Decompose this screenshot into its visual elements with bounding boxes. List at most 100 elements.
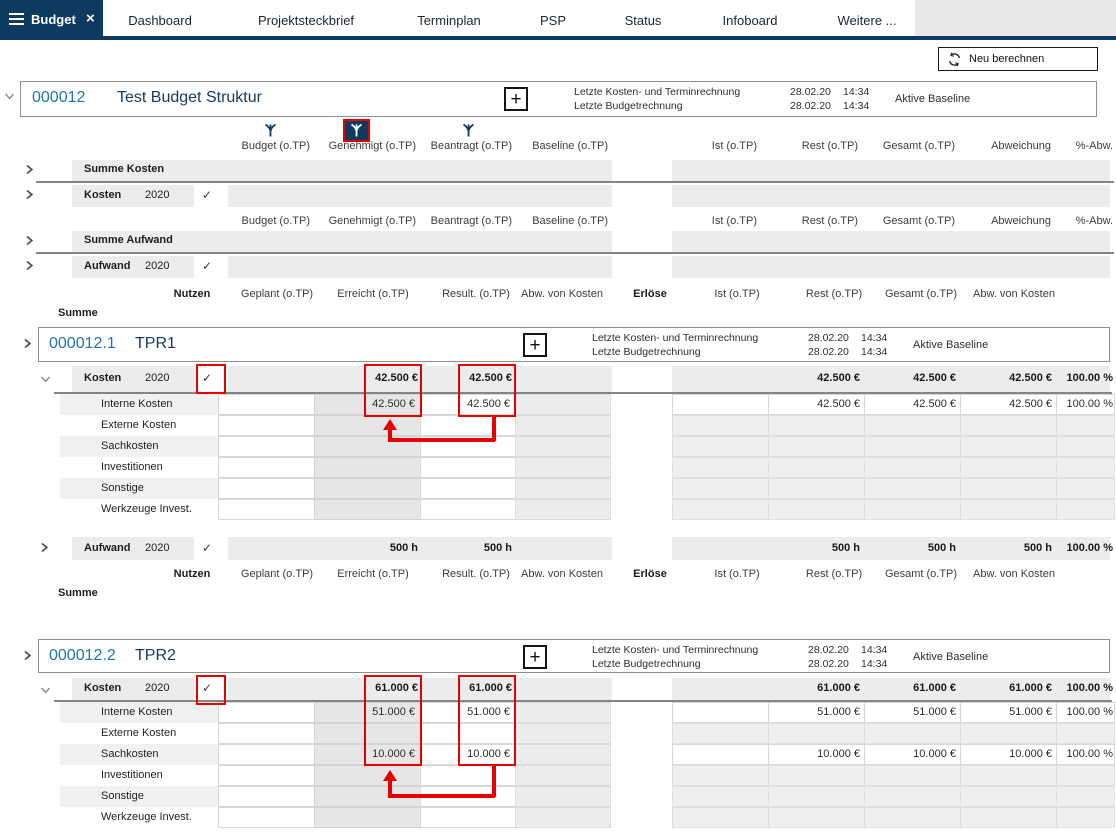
budget-cell[interactable] xyxy=(218,499,315,520)
ist-cell xyxy=(672,415,769,436)
beantragt-column-filter-icon[interactable] xyxy=(462,123,475,141)
add-budget-row-button[interactable]: + xyxy=(504,87,528,111)
tpr2-add-budget-row-button[interactable]: + xyxy=(523,645,547,669)
ist-cell xyxy=(672,499,769,520)
cost-cat-label: Investitionen xyxy=(101,461,163,473)
ist-header: Ist (o.TP) xyxy=(714,568,760,580)
col-header-pabw[interactable]: %-Abw. xyxy=(1013,140,1113,152)
beantragt-cell[interactable] xyxy=(420,457,516,478)
budget-column-filter-icon[interactable] xyxy=(264,123,277,141)
annotation-arrow-horizontal xyxy=(388,438,495,442)
col-header-rest[interactable]: Rest (o.TP) xyxy=(758,140,858,152)
col-header-pabw[interactable]: %-Abw. xyxy=(1013,215,1113,227)
tpr1-kosten-rest: 42.500 € xyxy=(817,372,860,384)
summe-aufwand-expand-chevron[interactable] xyxy=(25,235,34,249)
recalculate-button[interactable]: Neu berechnen xyxy=(938,47,1098,71)
tab-terminplan[interactable]: Terminplan xyxy=(417,13,481,28)
cost-cat-label: Investitionen xyxy=(101,769,163,781)
col-header-ist[interactable]: Ist (o.TP) xyxy=(657,140,757,152)
tpr2-interne-pabw: 100.00 % xyxy=(1066,706,1113,718)
rest-cell xyxy=(768,436,865,457)
summe-kosten-expand-chevron[interactable] xyxy=(25,164,34,178)
tpr1-expand-chevron[interactable] xyxy=(23,338,32,352)
last-cost-calc-time: 14:34 xyxy=(861,332,888,344)
cost-cat-label: Sachkosten xyxy=(101,440,159,452)
project-header-box: 000012 Test Budget Struktur + Letzte Kos… xyxy=(20,81,1097,117)
active-baseline-label: Aktive Baseline xyxy=(913,339,989,351)
genehmigt-column-filter-icon-highlighted[interactable] xyxy=(343,119,370,142)
annotation-box-beantragt xyxy=(458,364,516,417)
kosten-row-checkbox[interactable]: ✓ xyxy=(202,188,212,202)
tpr1-aufwand-expand-chevron[interactable] xyxy=(40,542,49,556)
col-header-baseline[interactable]: Baseline (o.TP) xyxy=(508,215,608,227)
budget-cell[interactable] xyxy=(218,702,315,723)
budget-cell[interactable] xyxy=(218,415,315,436)
recalculate-label: Neu berechnen xyxy=(969,53,1045,65)
active-baseline-label: Aktive Baseline xyxy=(895,93,971,105)
tpr2-kosten-collapse-chevron[interactable] xyxy=(40,686,51,698)
tpr2-name: TPR2 xyxy=(135,647,176,664)
col-header-genehmigt[interactable]: Genehmigt (o.TP) xyxy=(316,140,416,152)
tpr2-expand-chevron[interactable] xyxy=(23,650,32,664)
tpr1-aufwand-checkbox[interactable]: ✓ xyxy=(202,541,212,555)
kosten-row-year: 2020 xyxy=(145,189,170,201)
tpr1-add-budget-row-button[interactable]: + xyxy=(523,333,547,357)
row-divider xyxy=(36,252,1114,254)
last-budget-calc-date: 28.02.20 xyxy=(808,346,849,358)
ist-cell xyxy=(672,744,769,765)
budget-cell[interactable] xyxy=(218,457,315,478)
col-header-budget[interactable]: Budget (o.TP) xyxy=(210,215,310,227)
tab-infoboard[interactable]: Infoboard xyxy=(723,13,778,28)
col-header-gesamt[interactable]: Gesamt (o.TP) xyxy=(855,140,955,152)
aufwand-2020-expand-chevron[interactable] xyxy=(25,260,34,274)
ist-cell xyxy=(672,394,769,415)
tab-psp[interactable]: PSP xyxy=(540,13,566,28)
plus-icon: + xyxy=(529,334,541,356)
col-header-ist[interactable]: Ist (o.TP) xyxy=(657,215,757,227)
budget-cell[interactable] xyxy=(218,765,315,786)
beantragt-cell[interactable] xyxy=(420,478,516,499)
project-collapse-chevron[interactable] xyxy=(4,92,15,104)
col-header-beantragt[interactable]: Beantragt (o.TP) xyxy=(412,140,512,152)
kosten-2020-expand-chevron[interactable] xyxy=(25,189,34,203)
beantragt-cell[interactable] xyxy=(420,415,516,436)
tab-dashboard[interactable]: Dashboard xyxy=(128,13,192,28)
beantragt-cell[interactable] xyxy=(420,499,516,520)
budget-cell[interactable] xyxy=(218,436,315,457)
aufwand-row-checkbox[interactable]: ✓ xyxy=(202,259,212,273)
row-band xyxy=(228,256,612,278)
tab-weitere[interactable]: Weitere ... xyxy=(837,13,896,28)
budget-cell[interactable] xyxy=(218,786,315,807)
budget-cell[interactable] xyxy=(218,478,315,499)
budget-cell[interactable] xyxy=(218,394,315,415)
col-header-baseline[interactable]: Baseline (o.TP) xyxy=(508,140,608,152)
tab-status[interactable]: Status xyxy=(625,13,662,28)
col-header-rest[interactable]: Rest (o.TP) xyxy=(758,215,858,227)
tab-close-icon[interactable]: × xyxy=(86,10,95,27)
erloese-header: Erlöse xyxy=(633,568,667,580)
genehmigt-cell xyxy=(314,765,421,786)
tpr1-name: TPR1 xyxy=(135,335,176,352)
rest-cell xyxy=(768,786,865,807)
last-budget-calc-label: Letzte Budgetrechnung xyxy=(592,346,701,358)
col-header-beantragt[interactable]: Beantragt (o.TP) xyxy=(412,215,512,227)
col-header-genehmigt[interactable]: Genehmigt (o.TP) xyxy=(316,215,416,227)
budget-cell[interactable] xyxy=(218,807,315,828)
tpr1-aufwand-year: 2020 xyxy=(145,542,170,554)
beantragt-cell[interactable] xyxy=(420,807,516,828)
tab-projektsteckbrief[interactable]: Projektsteckbrief xyxy=(258,13,354,28)
tpr1-kosten-collapse-chevron[interactable] xyxy=(40,375,51,387)
baseline-cell xyxy=(515,499,611,520)
annotation-arrow-vertical xyxy=(492,766,496,797)
col-header-budget[interactable]: Budget (o.TP) xyxy=(210,140,310,152)
baseline-cell xyxy=(515,765,611,786)
beantragt-cell[interactable] xyxy=(420,765,516,786)
budget-cell[interactable] xyxy=(218,744,315,765)
col-header-gesamt[interactable]: Gesamt (o.TP) xyxy=(855,215,955,227)
budget-cell[interactable] xyxy=(218,723,315,744)
baseline-cell xyxy=(515,457,611,478)
abweichung-cell xyxy=(960,415,1057,436)
tab-budget-active[interactable]: Budget × xyxy=(0,0,103,40)
geplant-header: Geplant (o.TP) xyxy=(240,288,314,300)
hamburger-menu-icon[interactable] xyxy=(9,13,24,28)
